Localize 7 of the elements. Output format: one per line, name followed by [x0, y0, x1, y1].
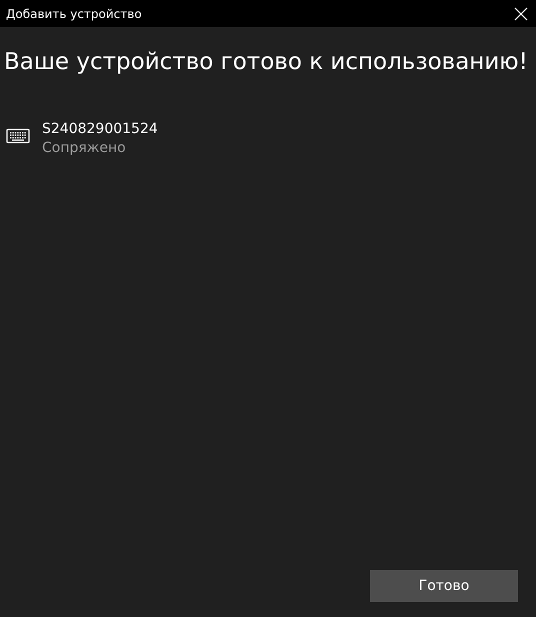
done-button[interactable]: Готово [370, 570, 518, 602]
device-status: Сопряжено [42, 138, 127, 158]
close-icon[interactable] [514, 6, 528, 20]
heading: Ваше устройство готово к использованию! [4, 48, 529, 77]
device-name: S240829001524 [42, 120, 158, 138]
window-title: Добавить устройство [6, 6, 142, 22]
keyboard-icon [6, 128, 30, 144]
